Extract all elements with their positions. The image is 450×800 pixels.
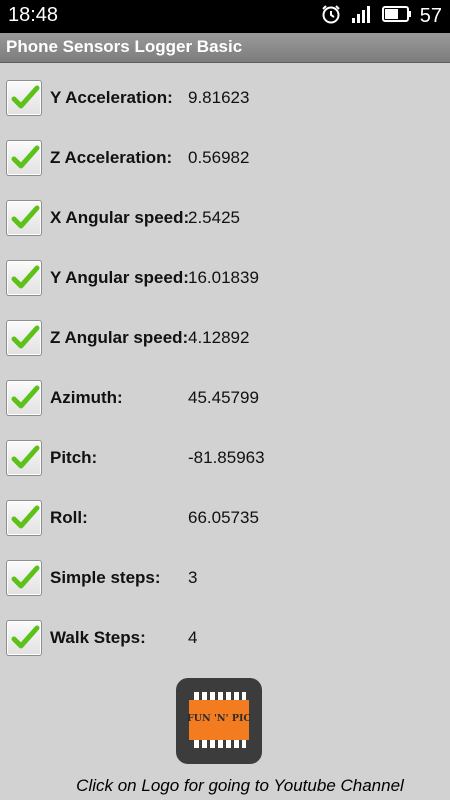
check-icon <box>11 505 40 529</box>
sensor-value: -81.85963 <box>188 448 265 467</box>
sensor-label: Walk Steps: <box>50 628 146 647</box>
check-icon <box>11 85 40 109</box>
sensor-row-walk-steps: Walk Steps: 4 <box>0 608 450 668</box>
status-icons: 57 <box>320 4 442 28</box>
signal-icon <box>350 3 374 30</box>
walk-steps-checkbox[interactable] <box>6 620 42 656</box>
sensor-label: Y Angular speed: <box>50 268 189 287</box>
check-icon <box>11 205 40 229</box>
sensor-value: 0.56982 <box>188 148 250 167</box>
sensor-value: 4.12892 <box>188 328 250 347</box>
sensor-row-roll: Roll: 66.05735 <box>0 488 450 548</box>
logo-text: FUN 'N' PIC <box>187 713 251 724</box>
simple-steps-checkbox[interactable] <box>6 560 42 596</box>
x-angular-speed-checkbox[interactable] <box>6 200 42 236</box>
sensor-label: Pitch: <box>50 448 98 467</box>
status-bar: 18:48 57 <box>0 0 450 33</box>
sensor-label: Simple steps: <box>50 568 161 587</box>
app-title-bar: Phone Sensors Logger Basic <box>0 33 450 63</box>
sensor-row-azimuth: Azimuth: 45.45799 <box>0 368 450 428</box>
sensor-row-y-acceleration: Y Acceleration: 9.81623 <box>0 68 450 128</box>
check-icon <box>11 145 40 169</box>
pitch-checkbox[interactable] <box>6 440 42 476</box>
sensor-label: Azimuth: <box>50 388 123 407</box>
footer-instruction: Click on Logo for going to Youtube Chann… <box>76 776 404 795</box>
battery-level: 57 <box>419 4 442 27</box>
sensor-value: 9.81623 <box>188 88 250 107</box>
check-icon <box>11 625 40 649</box>
z-angular-speed-checkbox[interactable] <box>6 320 42 356</box>
sensor-label: Roll: <box>50 508 88 527</box>
sensor-label: X Angular speed: <box>50 208 190 227</box>
check-icon <box>11 265 40 289</box>
sensor-row-x-angular-speed: X Angular speed: 2.5425 <box>0 188 450 248</box>
azimuth-checkbox[interactable] <box>6 380 42 416</box>
sensor-value: 16.01839 <box>188 268 259 287</box>
sensor-row-pitch: Pitch: -81.85963 <box>0 428 450 488</box>
sensor-label: Y Acceleration: <box>50 88 173 107</box>
check-icon <box>11 325 40 349</box>
status-time: 18:48 <box>8 4 59 26</box>
sensor-row-z-angular-speed: Z Angular speed: 4.12892 <box>0 308 450 368</box>
sensor-value: 66.05735 <box>188 508 259 527</box>
check-icon <box>11 385 40 409</box>
youtube-channel-logo-button[interactable]: FUN 'N' PIC <box>176 678 262 764</box>
app-title: Phone Sensors Logger Basic <box>6 37 243 56</box>
roll-checkbox[interactable] <box>6 500 42 536</box>
check-icon <box>11 445 40 469</box>
alarm-icon <box>320 3 342 30</box>
check-icon <box>11 565 40 589</box>
sensor-label: Z Acceleration: <box>50 148 173 167</box>
sensor-value: 45.45799 <box>188 388 259 407</box>
sensor-row-y-angular-speed: Y Angular speed: 16.01839 <box>0 248 450 308</box>
sensor-row-simple-steps: Simple steps: 3 <box>0 548 450 608</box>
sensor-label: Z Angular speed: <box>50 328 189 347</box>
sensor-value: 4 <box>188 628 198 647</box>
sensor-value: 2.5425 <box>188 208 240 227</box>
y-acceleration-checkbox[interactable] <box>6 80 42 116</box>
z-acceleration-checkbox[interactable] <box>6 140 42 176</box>
y-angular-speed-checkbox[interactable] <box>6 260 42 296</box>
sensor-row-z-acceleration: Z Acceleration: 0.56982 <box>0 128 450 188</box>
battery-icon <box>381 5 412 28</box>
sensor-list: Y Acceleration: 9.81623 Z Acceleration: … <box>0 68 450 668</box>
sensor-value: 3 <box>188 568 198 587</box>
